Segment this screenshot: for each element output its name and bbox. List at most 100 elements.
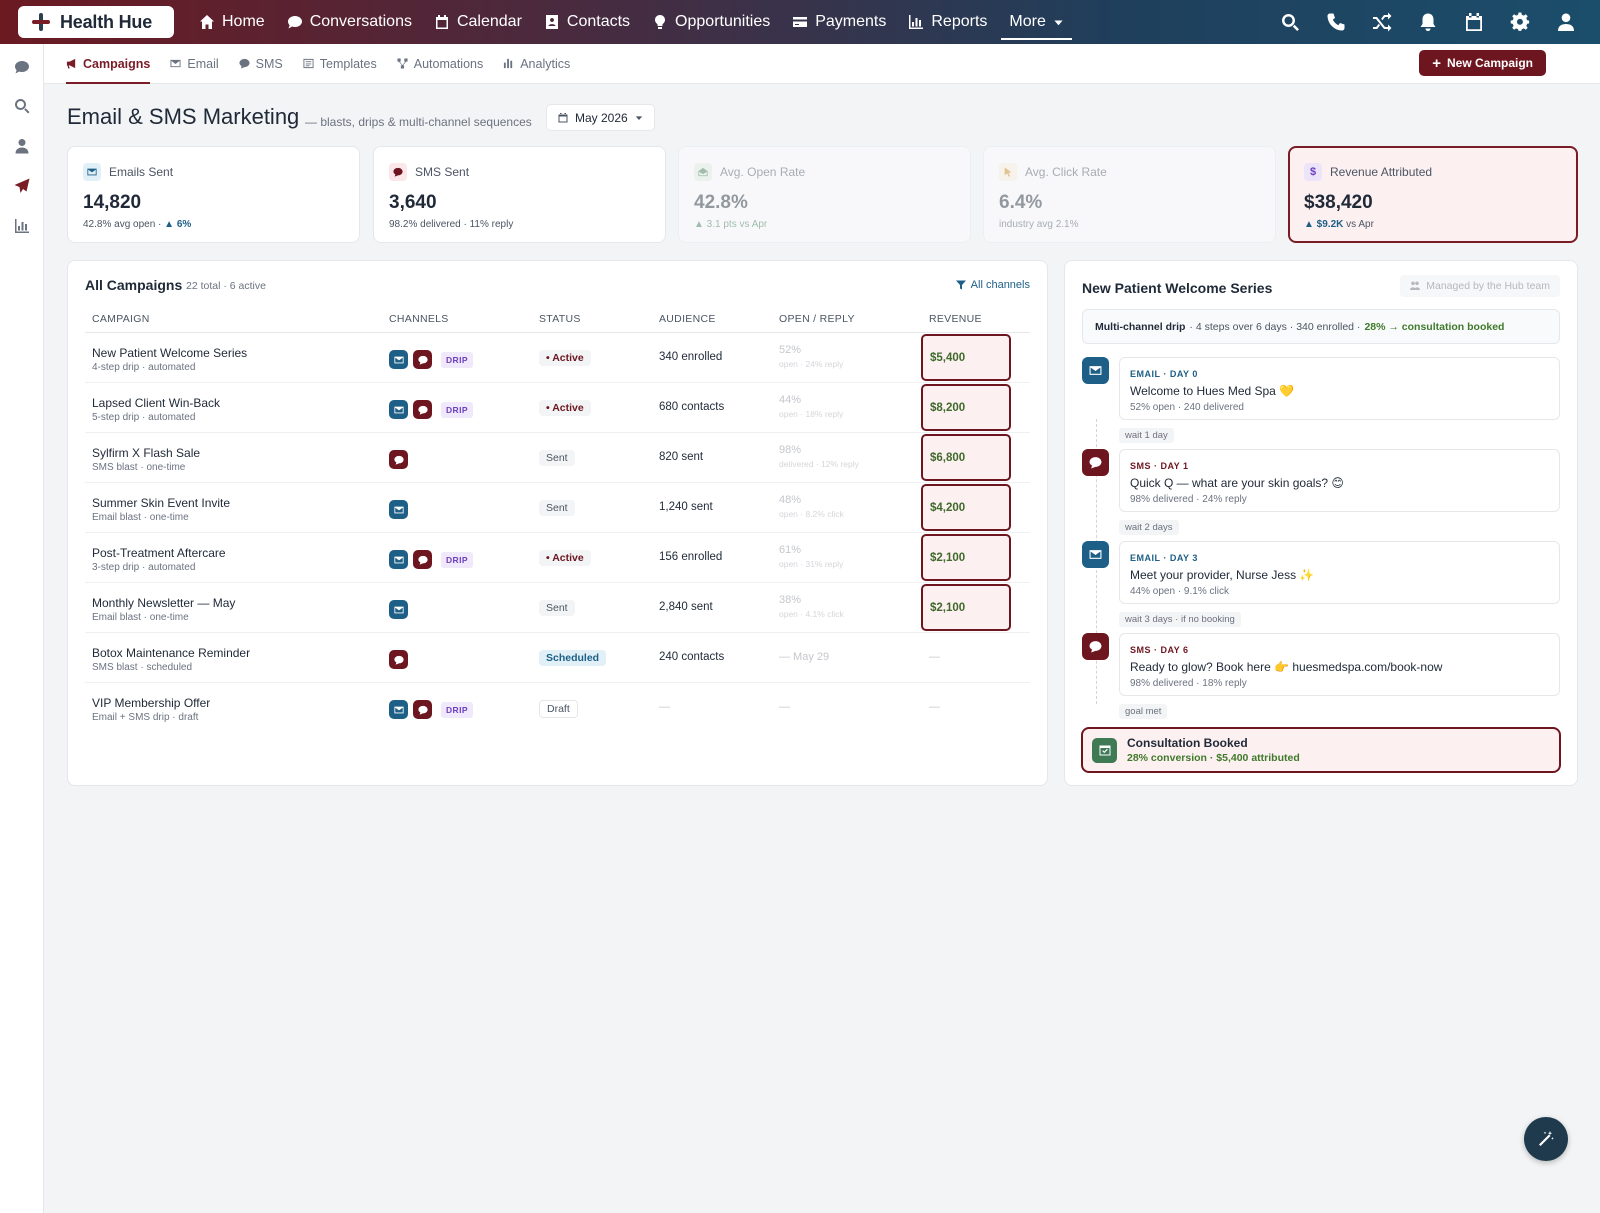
home-icon — [200, 15, 214, 29]
col-open-reply[interactable]: OPEN / REPLY — [779, 313, 855, 325]
month-selector[interactable]: May 2026 — [546, 104, 655, 131]
nav-home[interactable]: Home — [188, 0, 276, 44]
sub-nav: Campaigns Email SMS Templates Automation… — [44, 44, 1600, 84]
campaigns-title: All Campaigns — [85, 277, 183, 293]
drip-sequence-card: New Patient Welcome Series Managed by th… — [1064, 260, 1578, 786]
workflow-icon — [397, 58, 408, 69]
rail-user-icon[interactable] — [13, 137, 31, 155]
bar-chart-icon — [504, 58, 513, 69]
stat-value: 14,820 — [83, 192, 142, 213]
phone-icon[interactable] — [1326, 12, 1346, 32]
drip-badge: DRIP — [441, 551, 473, 568]
nav-calendar[interactable]: Calendar — [423, 0, 533, 44]
tab-sms[interactable]: SMS — [239, 44, 283, 84]
tab-campaigns[interactable]: Campaigns — [66, 44, 151, 84]
status-badge: • Active — [539, 550, 591, 566]
col-revenue[interactable]: REVENUE — [929, 313, 982, 325]
chat-icon — [287, 16, 302, 29]
col-status[interactable]: STATUS — [539, 313, 581, 325]
dollar-icon: $ — [1304, 163, 1322, 181]
nav-opportunities[interactable]: Opportunities — [641, 0, 781, 44]
drip-step-sms-day1[interactable]: SMS · DAY 1 Quick Q — what are your skin… — [1119, 449, 1560, 512]
calendar-icon — [435, 15, 448, 29]
nav-payments[interactable]: Payments — [781, 0, 897, 44]
stat-sms-sent: SMS Sent 3,640 98.2% delivered · 11% rep… — [373, 146, 666, 243]
channel-chips — [389, 450, 408, 469]
table-row[interactable]: Sylfirm X Flash Sale SMS blast · one-tim… — [85, 433, 1030, 483]
sms-icon — [413, 700, 432, 719]
table-row[interactable]: Summer Skin Event Invite Email blast · o… — [85, 483, 1030, 533]
sms-icon — [389, 650, 408, 669]
col-audience[interactable]: AUDIENCE — [659, 313, 716, 325]
table-row[interactable]: Botox Maintenance Reminder SMS blast · s… — [85, 633, 1030, 683]
envelope-icon — [170, 59, 181, 68]
rail-reports-icon[interactable] — [13, 217, 31, 235]
drip-step-email-day3[interactable]: EMAIL · DAY 3 Meet your provider, Nurse … — [1119, 541, 1560, 604]
calendar-icon[interactable] — [1464, 12, 1484, 32]
email-icon — [389, 600, 408, 619]
sms-icon — [413, 550, 432, 569]
drip-summary: Multi-channel drip · 4 steps over 6 days… — [1082, 309, 1560, 344]
stat-open-rate: Avg. Open Rate 42.8% ▲ 3.1 pts vs Apr — [678, 146, 971, 243]
nav-contacts[interactable]: Contacts — [533, 0, 641, 44]
table-row[interactable]: VIP Membership Offer Email + SMS drip · … — [85, 683, 1030, 733]
drip-goal[interactable]: Consultation Booked 28% conversion · $5,… — [1081, 727, 1561, 773]
shuffle-icon[interactable] — [1372, 12, 1392, 32]
new-campaign-button[interactable]: + New Campaign — [1419, 50, 1546, 76]
nav-conversations[interactable]: Conversations — [276, 0, 423, 44]
search-icon[interactable] — [1280, 12, 1300, 32]
stat-value: 42.8% — [694, 192, 748, 213]
revenue-cell: $4,200 — [921, 484, 1011, 531]
left-rail — [0, 44, 44, 1213]
plus-icon: + — [1432, 54, 1441, 72]
drip-step-email-day0[interactable]: EMAIL · DAY 0 Welcome to Hues Med Spa 💛 … — [1119, 357, 1560, 420]
envelope-icon — [83, 163, 101, 181]
lightbulb-icon — [655, 15, 666, 29]
campaigns-table-card: All Campaigns 22 total · 6 active All ch… — [67, 260, 1048, 786]
channel-chips: DRIP — [389, 400, 473, 419]
status-badge: Sent — [539, 450, 575, 466]
gear-icon[interactable] — [1510, 12, 1530, 32]
sms-icon — [389, 450, 408, 469]
tab-analytics[interactable]: Analytics — [503, 44, 570, 84]
rail-search-icon[interactable] — [13, 97, 31, 115]
channel-chips — [389, 600, 408, 619]
rail-chat-icon[interactable] — [13, 58, 31, 76]
revenue-cell: $2,100 — [921, 534, 1011, 581]
drip-badge: DRIP — [441, 401, 473, 418]
sms-icon — [1082, 449, 1109, 476]
tab-automations[interactable]: Automations — [397, 44, 483, 84]
tab-templates[interactable]: Templates — [303, 44, 377, 84]
calendar-icon — [558, 112, 568, 122]
user-icon[interactable] — [1556, 12, 1576, 32]
drip-badge: DRIP — [441, 701, 473, 718]
revenue-cell: $5,400 — [921, 334, 1011, 381]
revenue-cell: $2,100 — [921, 584, 1011, 631]
table-row[interactable]: Lapsed Client Win-Back 5-step drip · aut… — [85, 383, 1030, 433]
drip-step-sms-day6[interactable]: SMS · DAY 6 Ready to glow? Book here 👉 h… — [1119, 633, 1560, 696]
calendar-check-icon — [1092, 737, 1117, 763]
col-campaign[interactable]: CAMPAIGN — [92, 313, 150, 325]
table-row[interactable]: Monthly Newsletter — May Email blast · o… — [85, 583, 1030, 633]
table-row[interactable]: Post-Treatment Aftercare 3-step drip · a… — [85, 533, 1030, 583]
magic-wand-button[interactable] — [1524, 1117, 1568, 1161]
email-icon — [389, 550, 408, 569]
col-channels[interactable]: CHANNELS — [389, 313, 449, 325]
rail-campaign-icon[interactable] — [13, 177, 31, 195]
pointer-icon — [999, 163, 1017, 181]
nav-more[interactable]: More — [998, 0, 1074, 44]
stat-revenue-attributed: $ Revenue Attributed $38,420 ▲ $9.2K vs … — [1288, 146, 1578, 243]
table-row[interactable]: New Patient Welcome Series 4-step drip ·… — [85, 333, 1030, 383]
tab-email[interactable]: Email — [170, 44, 219, 84]
nav-reports[interactable]: Reports — [897, 0, 998, 44]
email-icon — [389, 350, 408, 369]
bell-icon[interactable] — [1418, 12, 1438, 32]
chat-icon — [389, 163, 407, 181]
status-badge: Draft — [539, 700, 578, 718]
wait-label: wait 2 days — [1119, 520, 1179, 535]
page-title: Email & SMS Marketing — [67, 104, 300, 129]
brand-logo[interactable]: Health Hue — [18, 6, 174, 38]
channel-filter[interactable]: All channels — [955, 279, 1030, 291]
caret-down-icon — [1054, 19, 1063, 25]
chat-icon — [239, 58, 250, 69]
